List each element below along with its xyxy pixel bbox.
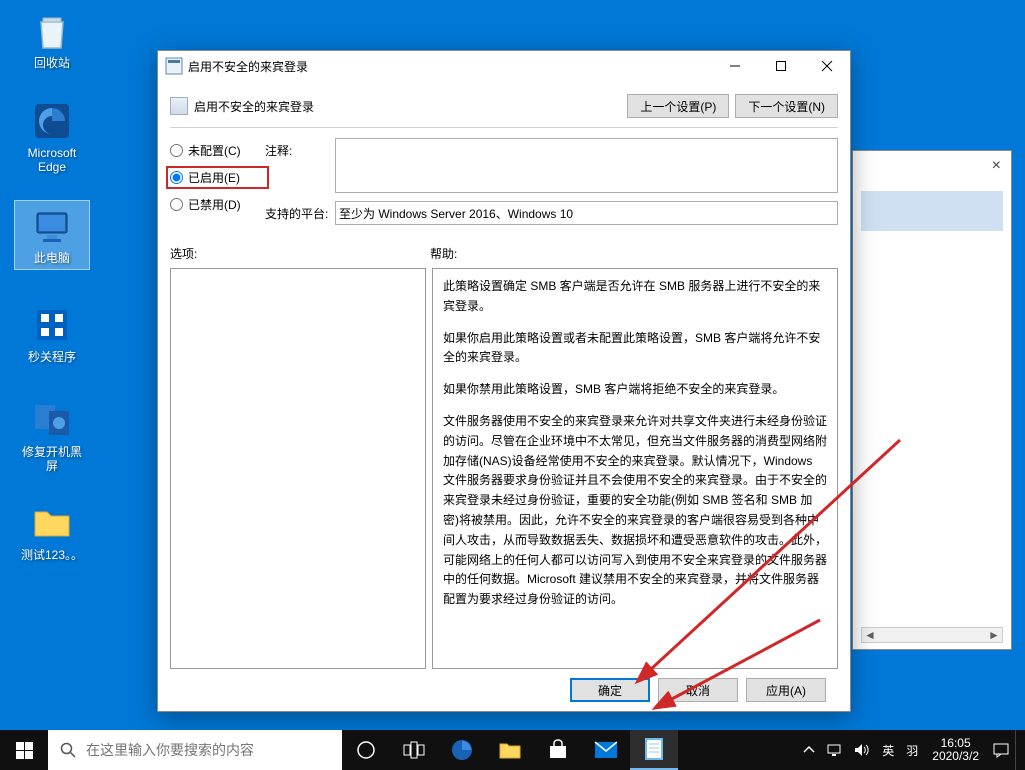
ok-button[interactable]: 确定	[570, 678, 650, 702]
task-view-button[interactable]	[390, 730, 438, 770]
system-tray: 英 羽 16:05 2020/3/2	[798, 730, 1025, 770]
cortana-button[interactable]	[342, 730, 390, 770]
help-panel: 此策略设置确定 SMB 客户端是否允许在 SMB 服务器上进行不安全的来宾登录。…	[432, 268, 838, 669]
desktop-icon-edge[interactable]: Microsoft Edge	[14, 96, 90, 178]
platform-label: 支持的平台:	[265, 201, 335, 222]
desktop-icon-recycle-bin[interactable]: 回收站	[14, 6, 90, 74]
platform-field	[335, 201, 838, 225]
desktop-icon-sec-app[interactable]: 秒关程序	[14, 300, 90, 368]
search-box[interactable]	[48, 730, 342, 770]
tray-notifications-icon[interactable]	[987, 730, 1015, 770]
prev-setting-button[interactable]: 上一个设置(P)	[627, 94, 729, 118]
radio-enabled[interactable]: 已启用(E)	[170, 169, 265, 186]
desktop-icon-label: Microsoft Edge	[18, 146, 86, 174]
page-icon	[170, 97, 188, 115]
tray-ime-method[interactable]: 羽	[900, 730, 924, 770]
desktop-icon-this-pc[interactable]: 此电脑	[14, 200, 90, 270]
taskbar-store[interactable]	[534, 730, 582, 770]
show-desktop-button[interactable]	[1015, 730, 1021, 770]
dialog-titlebar[interactable]: 启用不安全的来宾登录	[158, 51, 850, 81]
policy-dialog: 启用不安全的来宾登录 启用不安全的来宾登录 上一个设置(P) 下一个设置(N) …	[157, 50, 851, 712]
comment-textarea[interactable]	[335, 138, 838, 193]
search-input[interactable]	[86, 742, 342, 758]
options-label: 选项:	[170, 245, 430, 262]
close-button[interactable]	[804, 51, 850, 81]
cancel-button[interactable]: 取消	[658, 678, 738, 702]
desktop-icon-label: 此电脑	[34, 251, 70, 265]
taskbar-explorer[interactable]	[486, 730, 534, 770]
options-panel	[170, 268, 426, 669]
app-icon	[31, 399, 73, 441]
tray-ime-lang[interactable]: 英	[876, 730, 900, 770]
apply-button[interactable]: 应用(A)	[746, 678, 826, 702]
page-title: 启用不安全的来宾登录	[194, 98, 621, 115]
app-icon	[31, 304, 73, 346]
taskbar-edge[interactable]	[438, 730, 486, 770]
bg-content	[861, 191, 1003, 231]
desktop-icon-label: 测试123。。	[21, 548, 83, 562]
edge-icon	[31, 100, 73, 142]
tray-chevron-icon[interactable]	[798, 730, 820, 770]
radio-disabled[interactable]: 已禁用(D)	[170, 196, 265, 213]
radio-not-configured[interactable]: 未配置(C)	[170, 142, 265, 159]
tray-volume-icon[interactable]	[848, 730, 876, 770]
minimize-button[interactable]	[712, 51, 758, 81]
search-icon	[60, 742, 76, 758]
taskbar-notepad[interactable]	[630, 730, 678, 770]
dialog-title: 启用不安全的来宾登录	[188, 58, 712, 75]
taskbar: 英 羽 16:05 2020/3/2	[0, 730, 1025, 770]
desktop-icon-folder[interactable]: 测试123。。	[14, 498, 90, 566]
desktop-icon-label: 修复开机黑屏	[18, 445, 86, 473]
background-window: × ◄ ►	[852, 150, 1012, 650]
this-pc-icon	[31, 205, 73, 247]
dialog-icon	[166, 58, 182, 74]
tray-clock[interactable]: 16:05 2020/3/2	[924, 730, 987, 770]
desktop-icon-fix-boot[interactable]: 修复开机黑屏	[14, 395, 90, 477]
help-label: 帮助:	[430, 245, 457, 262]
scrollbar[interactable]: ◄ ►	[861, 627, 1003, 643]
folder-icon	[31, 502, 73, 544]
scroll-right-icon[interactable]: ►	[986, 628, 1002, 642]
next-setting-button[interactable]: 下一个设置(N)	[735, 94, 838, 118]
scroll-left-icon[interactable]: ◄	[862, 628, 878, 642]
start-button[interactable]	[0, 730, 48, 770]
comment-label: 注释:	[265, 138, 335, 159]
divider	[170, 127, 838, 128]
tray-network-icon[interactable]	[820, 730, 848, 770]
desktop-icon-label: 秒关程序	[28, 350, 76, 364]
recycle-bin-icon	[31, 10, 73, 52]
taskbar-mail[interactable]	[582, 730, 630, 770]
maximize-button[interactable]	[758, 51, 804, 81]
close-icon[interactable]: ×	[992, 157, 1001, 175]
desktop-icon-label: 回收站	[34, 56, 70, 70]
